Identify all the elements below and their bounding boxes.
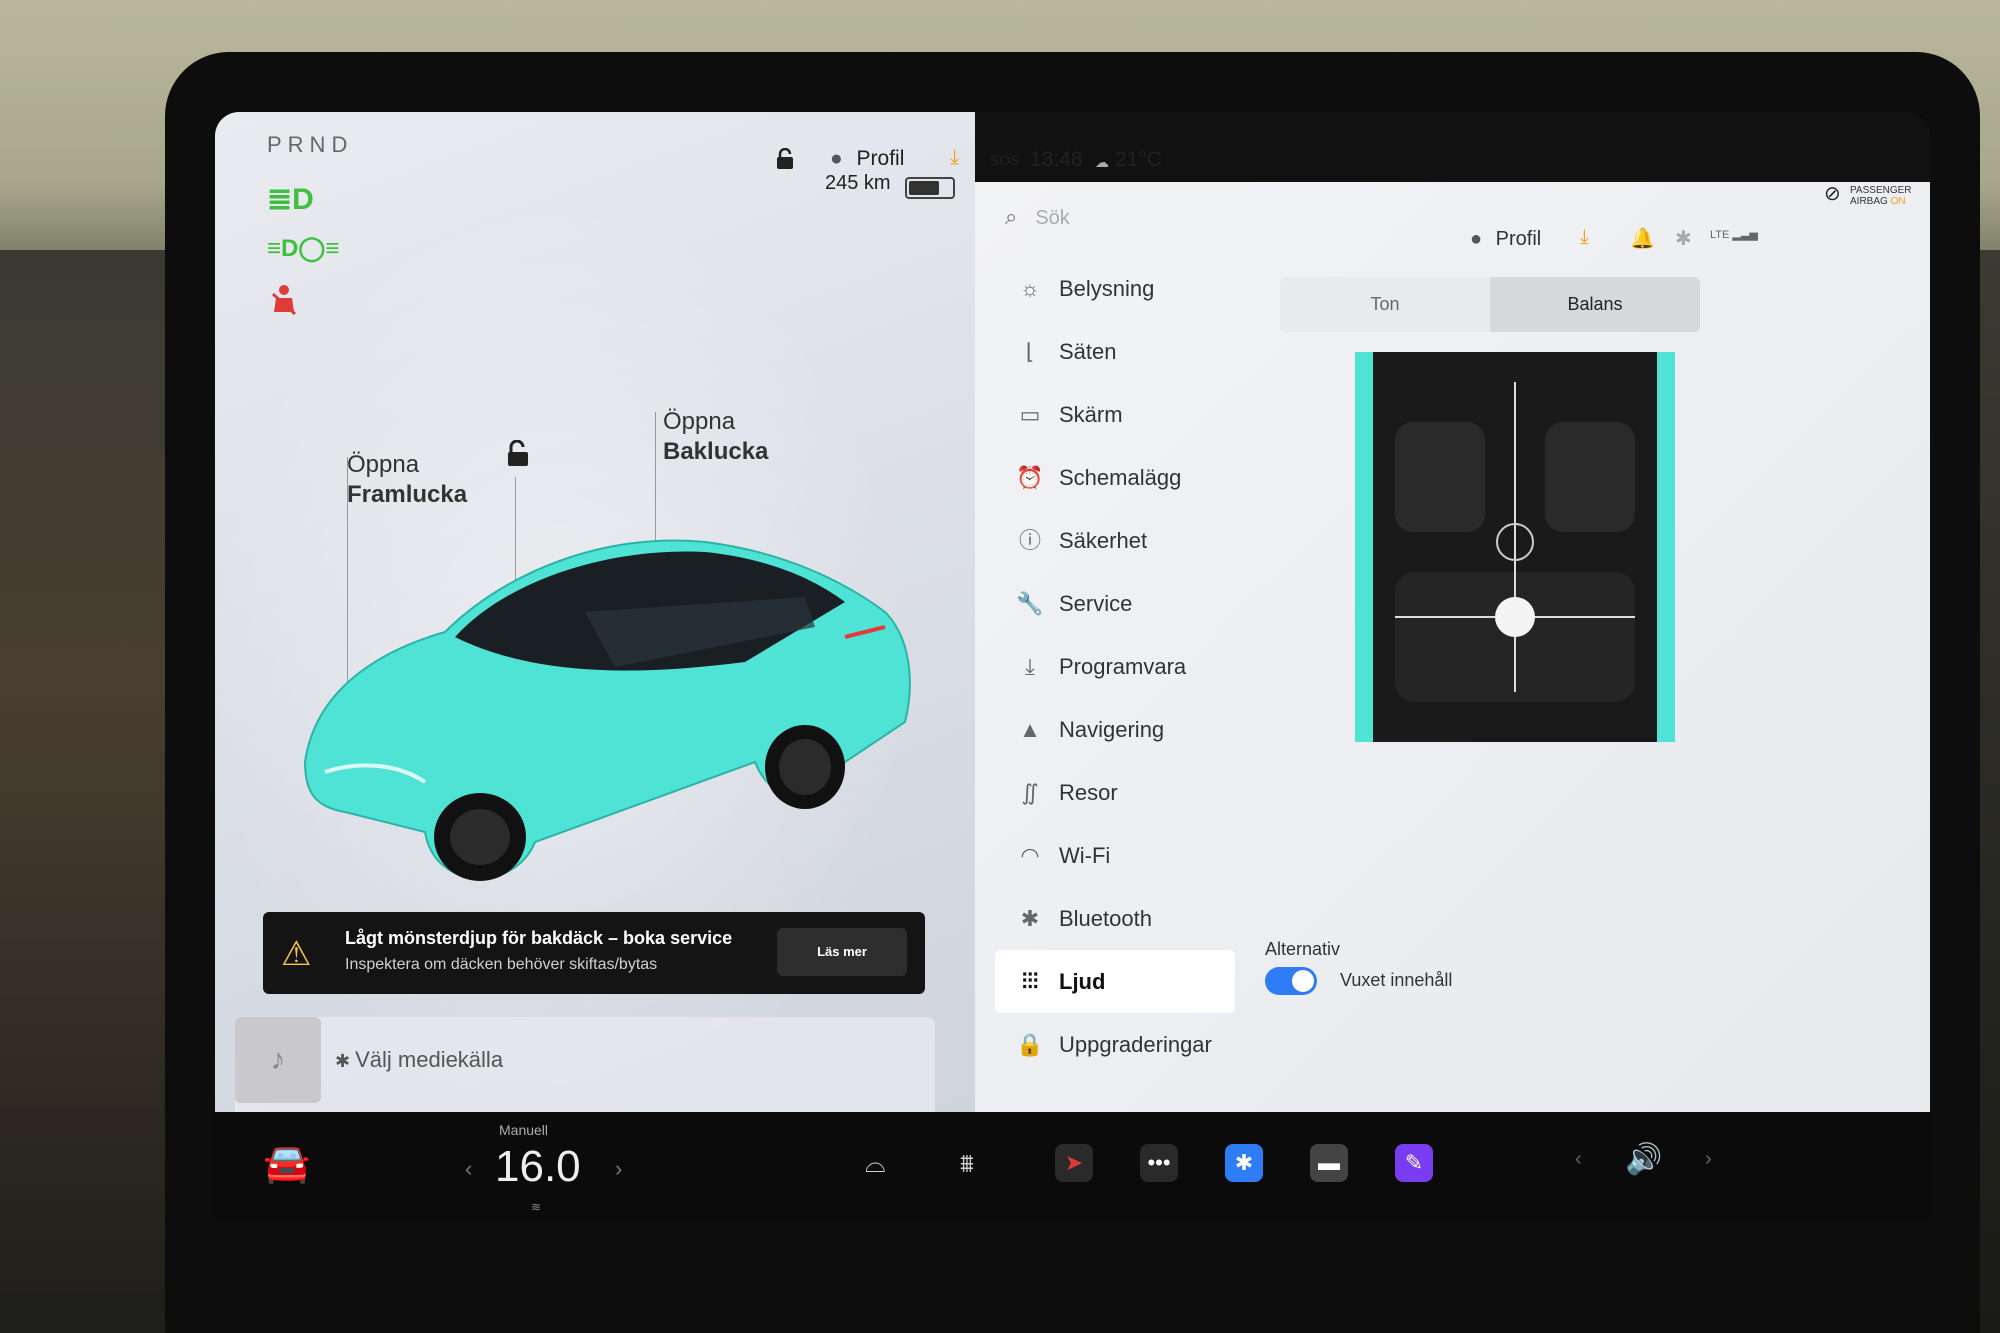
cabin-temperature[interactable]: 16.0 bbox=[495, 1142, 581, 1192]
menu-item-wifi[interactable]: ◠ Wi-Fi bbox=[995, 824, 1235, 887]
search-placeholder: Sök bbox=[1035, 207, 1070, 229]
music-note-icon: ♪ bbox=[235, 1017, 321, 1103]
menu-item-navigering[interactable]: ▲ Navigering bbox=[995, 698, 1235, 761]
outside-temperature: 21°C bbox=[1115, 148, 1162, 171]
climate-mode-label: Manuell bbox=[499, 1122, 549, 1138]
menu-item-uppgraderingar[interactable]: 🔒 Uppgraderingar bbox=[995, 1013, 1235, 1076]
alternatives-heading: Alternativ bbox=[1265, 939, 1341, 959]
front-defrost-icon[interactable]: ⌓ bbox=[865, 1148, 886, 1180]
menu-item-service[interactable]: 🔧 Service bbox=[995, 572, 1235, 635]
volume-up-icon[interactable]: › bbox=[1705, 1148, 1712, 1171]
menu-item-ljud[interactable]: ⫶⫶⫶ Ljud bbox=[995, 950, 1235, 1013]
media-source-selector[interactable]: ✱ Välj mediekälla bbox=[335, 1047, 503, 1073]
parking-light-icon: ≡D◯≡ bbox=[267, 235, 340, 262]
profile-label: Profil bbox=[856, 147, 905, 170]
menu-item-resor[interactable]: ∬ Resor bbox=[995, 761, 1235, 824]
warning-icon: ⚠ bbox=[281, 935, 312, 973]
tab-ton[interactable]: Ton bbox=[1280, 277, 1490, 332]
safety-icon: ⓘ bbox=[1018, 528, 1041, 553]
screen-icon: ▭ bbox=[1019, 402, 1041, 427]
touchscreen: PRND ≣D ≡D◯≡ 245 km Öppna Framlucka Öppn… bbox=[215, 112, 1930, 1220]
menu-item-belysning[interactable]: ☼ Belysning bbox=[995, 257, 1235, 320]
volume-icon[interactable]: 🔊 bbox=[1625, 1142, 1662, 1177]
vehicle-pane: PRND ≣D ≡D◯≡ 245 km Öppna Framlucka Öppn… bbox=[215, 112, 975, 1207]
temp-up-icon[interactable]: › bbox=[615, 1156, 622, 1182]
top-status-bar: ● Profil ⤓ SOS 13:48 ☁ 21°C bbox=[775, 132, 1335, 182]
menu-item-saten[interactable]: ⌊ Säten bbox=[995, 320, 1235, 383]
adult-content-toggle[interactable] bbox=[1265, 967, 1317, 995]
download-icon: ⤓ bbox=[1025, 654, 1035, 679]
bluetooth-small-icon: ✱ bbox=[335, 1051, 356, 1071]
settings-search[interactable]: ⌕ Sök bbox=[1005, 204, 1070, 230]
sun-icon: ☼ bbox=[1019, 276, 1041, 301]
read-more-button[interactable]: Läs mer bbox=[777, 928, 907, 976]
open-trunk-label-line1: Öppna bbox=[663, 408, 736, 435]
rear-defrost-icon[interactable]: ⩩ bbox=[960, 1148, 974, 1180]
seatbelt-warning-icon bbox=[267, 284, 301, 328]
menu-item-sakerhet[interactable]: ⓘ Säkerhet bbox=[995, 509, 1235, 572]
bluetooth-icon: ✱ bbox=[1020, 906, 1040, 931]
fan-icon: ≋ bbox=[531, 1200, 542, 1214]
person-icon: ● bbox=[830, 147, 843, 170]
passenger-airbag-indicator: ⊘ PASSENGER AIRBAG ON bbox=[1824, 183, 1912, 207]
search-icon: ⌕ bbox=[1005, 204, 1018, 229]
settings-panel: ⌕ Sök ☼ Belysning ⌊ Säten ▭ Skärm ⏰ Schemaläg… bbox=[975, 182, 1930, 1112]
profile-button[interactable]: ● Profil bbox=[830, 147, 904, 171]
temp-down-icon[interactable]: ‹ bbox=[465, 1156, 472, 1182]
car-icon[interactable]: 🚘 bbox=[263, 1142, 310, 1186]
wifi-icon: ◠ bbox=[1020, 843, 1040, 868]
trips-icon: ∬ bbox=[1021, 780, 1039, 805]
seat-icon: ⌊ bbox=[1025, 339, 1035, 364]
bluetooth-app-icon[interactable]: ✱ bbox=[1225, 1144, 1263, 1182]
toybox-app-icon[interactable]: ✎ bbox=[1395, 1144, 1433, 1182]
lte-signal-icon: LTE ▂▃▅ bbox=[1710, 229, 1758, 241]
bluetooth-status-icon: ✱ bbox=[1675, 228, 1692, 250]
open-trunk-button[interactable]: Öppna Baklucka bbox=[663, 407, 768, 467]
equalizer-icon: ⫶⫶⫶ bbox=[1021, 969, 1039, 994]
person-icon: ● bbox=[1470, 228, 1483, 250]
alert-title: Lågt mönsterdjup för bakdäck – boka serv… bbox=[345, 928, 733, 948]
car-3d-model bbox=[303, 539, 911, 881]
tab-balans[interactable]: Balans bbox=[1490, 277, 1700, 332]
settings-menu: ☼ Belysning ⌊ Säten ▭ Skärm ⏰ Schemalägg ⓘ Sä… bbox=[995, 257, 1235, 1076]
balance-cabin-view[interactable] bbox=[1355, 352, 1675, 742]
menu-item-bluetooth[interactable]: ✱ Bluetooth bbox=[995, 887, 1235, 950]
tire-warning-banner: ⚠ Lågt mönsterdjup för bakdäck – boka se… bbox=[263, 912, 925, 994]
menu-item-programvara[interactable]: ⤓ Programvara bbox=[995, 635, 1235, 698]
settings-header: ● Profil ⤓ 🔔 ✱ LTE ▂▃▅ ⊘ PASSENGER AIRBA… bbox=[1420, 184, 1920, 260]
airbag-icon: ⊘ bbox=[1824, 183, 1841, 205]
navigation-icon: ▲ bbox=[1019, 717, 1041, 742]
lock-icon: 🔒 bbox=[1016, 1032, 1044, 1057]
volume-down-icon[interactable]: ‹ bbox=[1575, 1148, 1582, 1171]
menu-item-skarm[interactable]: ▭ Skärm bbox=[995, 383, 1235, 446]
sos-icon[interactable]: SOS bbox=[990, 152, 1020, 168]
bottom-bar: 🚘 ‹ Manuell 16.0 › ≋ ⌓ ⩩ ➤ ••• ✱ ▬ ✎ ‹ 🔊… bbox=[215, 1112, 1930, 1220]
menu-item-schemalagg[interactable]: ⏰ Schemalägg bbox=[995, 446, 1235, 509]
software-update-icon[interactable]: ⤓ bbox=[1580, 226, 1589, 249]
adult-content-label: Vuxet innehåll bbox=[1340, 970, 1453, 990]
alert-subtitle: Inspektera om däcken behöver skiftas/byt… bbox=[345, 956, 658, 973]
sound-tabs: Ton Balans bbox=[1280, 277, 1700, 332]
alarm-icon: ⏰ bbox=[1016, 465, 1044, 490]
gear-indicator: PRND bbox=[267, 132, 354, 157]
more-apps-icon[interactable]: ••• bbox=[1140, 1144, 1178, 1182]
cloud-icon: ☁ bbox=[1095, 154, 1109, 170]
clock: 13:48 bbox=[1030, 148, 1083, 171]
settings-profile-button[interactable]: ● Profil bbox=[1470, 228, 1541, 251]
media-source-label: Välj mediekälla bbox=[355, 1047, 504, 1072]
wrench-icon: 🔧 bbox=[1016, 591, 1044, 616]
dashcam-app-icon[interactable]: ▬ bbox=[1310, 1144, 1348, 1182]
headlight-icon: ≣D bbox=[267, 183, 314, 216]
navigation-app-icon[interactable]: ➤ bbox=[1055, 1144, 1093, 1182]
bell-icon[interactable]: 🔔 bbox=[1630, 226, 1655, 251]
download-update-icon[interactable]: ⤓ bbox=[950, 146, 959, 170]
settings-profile-label: Profil bbox=[1495, 228, 1542, 250]
lock-status-icon[interactable] bbox=[775, 147, 795, 176]
